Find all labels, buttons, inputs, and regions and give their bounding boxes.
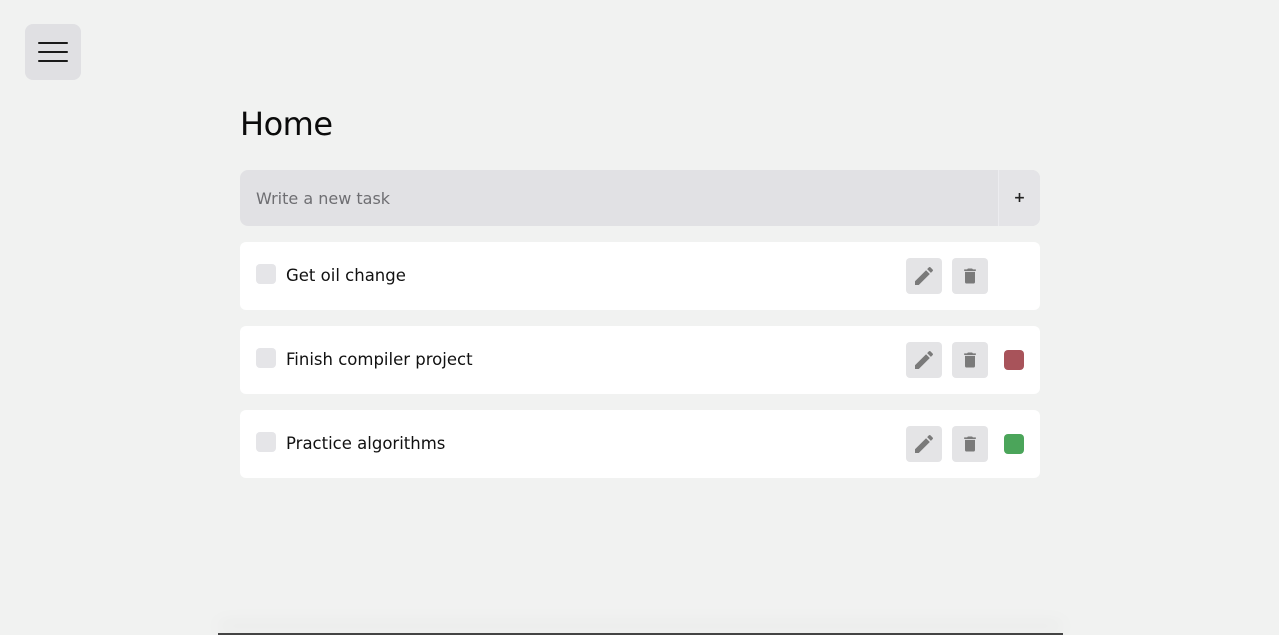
pencil-icon — [915, 434, 934, 453]
trash-icon — [964, 268, 976, 284]
task-label: Practice algorithms — [286, 434, 446, 453]
priority-swatch[interactable] — [1004, 350, 1024, 370]
delete-task-button[interactable] — [952, 342, 988, 378]
task-label: Get oil change — [286, 266, 406, 285]
delete-task-button[interactable] — [952, 258, 988, 294]
trash-icon — [964, 352, 976, 368]
new-task-form: + — [240, 170, 1040, 226]
hamburger-menu-icon — [38, 42, 68, 62]
delete-task-button[interactable] — [952, 426, 988, 462]
edit-task-button[interactable] — [906, 342, 942, 378]
task-checkbox[interactable] — [256, 432, 276, 452]
task-list: Get oil change Finish compiler project P… — [240, 242, 1040, 478]
page-title: Home — [240, 105, 333, 143]
priority-swatch[interactable] — [1004, 434, 1024, 454]
task-checkbox[interactable] — [256, 348, 276, 368]
pencil-icon — [915, 350, 934, 369]
task-row: Get oil change — [240, 242, 1040, 310]
edit-task-button[interactable] — [906, 258, 942, 294]
task-label: Finish compiler project — [286, 350, 473, 369]
add-task-button[interactable]: + — [998, 170, 1040, 226]
edit-task-button[interactable] — [906, 426, 942, 462]
pencil-icon — [915, 266, 934, 285]
task-checkbox[interactable] — [256, 264, 276, 284]
task-row: Finish compiler project — [240, 326, 1040, 394]
task-row: Practice algorithms — [240, 410, 1040, 478]
main-content: Home + Get oil change Finish compiler pr… — [240, 100, 1040, 494]
new-task-input[interactable] — [240, 170, 998, 226]
menu-button[interactable] — [25, 24, 81, 80]
trash-icon — [964, 436, 976, 452]
